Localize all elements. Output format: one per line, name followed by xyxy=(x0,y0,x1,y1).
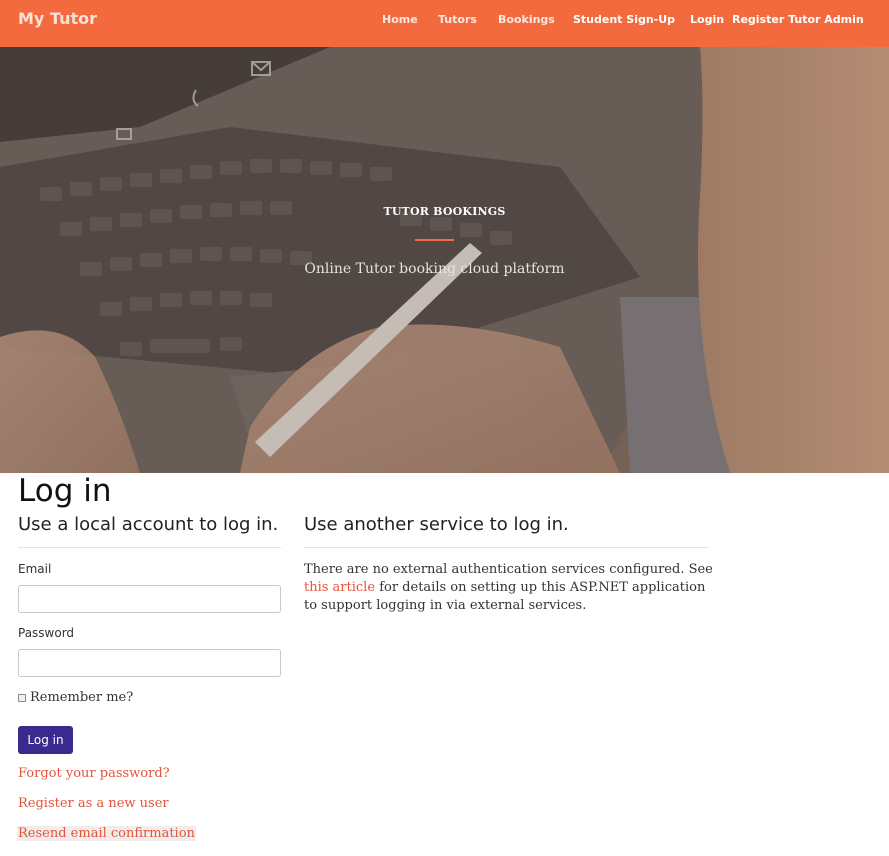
top-navbar: My Tutor Home Tutors Bookings Student Si… xyxy=(0,0,889,47)
page-title: Log in xyxy=(18,473,112,509)
hero-banner: TUTOR BOOKINGS Online Tutor booking clou… xyxy=(0,47,889,473)
email-label: Email xyxy=(18,562,52,576)
resend-confirmation-link[interactable]: Resend email confirmation xyxy=(17,826,196,841)
external-login-heading: Use another service to log in. xyxy=(304,514,569,535)
nav-tutors[interactable]: Tutors xyxy=(438,13,477,26)
brand-link[interactable]: My Tutor xyxy=(18,9,97,28)
hero-title: TUTOR BOOKINGS xyxy=(383,205,506,218)
hero-subtitle: Online Tutor booking cloud platform xyxy=(304,261,565,277)
login-button[interactable]: Log in xyxy=(18,726,73,754)
nav-register-tutor-admin[interactable]: Register Tutor Admin xyxy=(732,13,864,26)
external-login-message: There are no external authentication ser… xyxy=(304,561,714,615)
external-login-divider xyxy=(304,547,709,548)
local-login-heading: Use a local account to log in. xyxy=(18,514,279,535)
remember-me-checkbox[interactable] xyxy=(18,693,26,702)
article-link[interactable]: this article xyxy=(304,580,375,595)
register-link[interactable]: Register as a new user xyxy=(18,796,169,811)
remember-me-row: Remember me? xyxy=(18,690,133,705)
local-login-divider xyxy=(18,547,281,548)
hero-divider xyxy=(415,239,454,241)
hero-background-image xyxy=(0,47,889,473)
nav-login[interactable]: Login xyxy=(690,13,724,26)
password-label: Password xyxy=(18,626,75,640)
nav-student-signup[interactable]: Student Sign-Up xyxy=(573,13,675,26)
password-field[interactable] xyxy=(18,649,281,677)
nav-home[interactable]: Home xyxy=(382,13,418,26)
forgot-password-link[interactable]: Forgot your password? xyxy=(18,766,170,781)
email-field[interactable] xyxy=(18,585,281,613)
nav-bookings[interactable]: Bookings xyxy=(498,13,555,26)
external-text-before: There are no external authentication ser… xyxy=(304,562,713,577)
remember-me-label: Remember me? xyxy=(30,690,134,705)
